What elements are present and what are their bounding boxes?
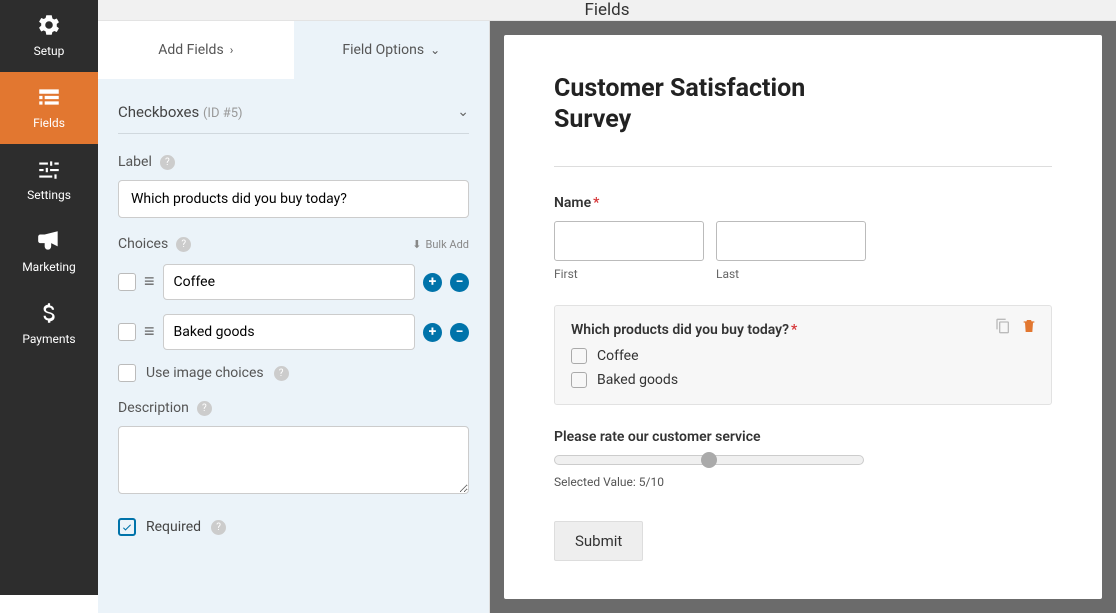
slider-label: Please rate our customer service [554, 429, 761, 445]
preview-checkbox-option[interactable]: Baked goods [571, 372, 1035, 388]
checkbox-icon [571, 372, 587, 388]
tab-field-options[interactable]: Field Options ⌄ [294, 21, 490, 79]
gear-icon [36, 12, 62, 38]
description-label: Description [118, 400, 189, 416]
field-id: (ID #5) [203, 106, 243, 121]
tab-field-options-label: Field Options [342, 42, 424, 58]
help-icon[interactable]: ? [160, 155, 175, 170]
preview-slider-field[interactable]: Please rate our customer service Selecte… [554, 429, 1052, 489]
choice-default-checkbox[interactable] [118, 323, 136, 341]
required-row: Required ? [118, 518, 469, 536]
choice-row: ≡ + − [118, 314, 469, 350]
required-label: Required [146, 519, 201, 535]
options-panel: Add Fields › Field Options ⌄ Checkboxes … [98, 21, 490, 613]
nav-fields[interactable]: Fields [0, 72, 98, 144]
choices-label: Choices [118, 236, 168, 252]
sliders-icon [36, 156, 62, 182]
name-label: Name [554, 195, 591, 211]
remove-choice-button[interactable]: − [450, 273, 469, 292]
choice-input[interactable] [163, 314, 415, 350]
checkbox-icon [571, 348, 587, 364]
label-input[interactable] [118, 180, 469, 218]
dollar-icon [36, 300, 62, 326]
left-nav: Setup Fields Settings Marketing Payments [0, 0, 98, 595]
required-star-icon: * [593, 195, 599, 211]
preview-card: Customer Satisfaction Survey Name * Firs… [504, 35, 1102, 599]
preview-panel: Customer Satisfaction Survey Name * Firs… [490, 21, 1116, 613]
label-row: Label ? [118, 154, 469, 218]
required-checkbox[interactable] [118, 518, 136, 536]
form-title: Customer Satisfaction Survey [554, 73, 854, 136]
check-icon [121, 521, 133, 533]
add-choice-button[interactable]: + [423, 323, 442, 342]
help-icon[interactable]: ? [211, 520, 226, 535]
tab-add-fields[interactable]: Add Fields › [98, 21, 294, 79]
choice-input[interactable] [163, 264, 415, 300]
required-star-icon: * [791, 322, 797, 338]
label-label: Label [118, 154, 152, 170]
drag-handle-icon[interactable]: ≡ [144, 273, 155, 291]
list-icon [36, 84, 62, 110]
preview-checkbox-option[interactable]: Coffee [571, 348, 1035, 364]
tab-add-fields-label: Add Fields [158, 42, 224, 58]
option-label: Baked goods [597, 372, 678, 388]
nav-fields-label: Fields [33, 116, 65, 130]
description-textarea[interactable] [118, 426, 469, 494]
field-heading[interactable]: Checkboxes (ID #5) ⌄ [118, 79, 469, 134]
last-name-input[interactable] [716, 221, 866, 261]
chevron-right-icon: › [230, 43, 234, 57]
collapse-caret-icon[interactable]: ⌄ [457, 104, 469, 120]
choice-default-checkbox[interactable] [118, 273, 136, 291]
page-title: Fields [584, 0, 629, 20]
slider-value-text: Selected Value: 5/10 [554, 475, 1052, 489]
slider-track[interactable] [554, 455, 864, 465]
nav-payments-label: Payments [22, 332, 75, 346]
nav-marketing-label: Marketing [22, 260, 76, 274]
remove-choice-button[interactable]: − [450, 323, 469, 342]
divider [554, 166, 1052, 167]
tabs: Add Fields › Field Options ⌄ [98, 21, 489, 79]
help-icon[interactable]: ? [274, 366, 289, 381]
nav-settings[interactable]: Settings [0, 144, 98, 216]
bulk-add-link[interactable]: ⬇ Bulk Add [412, 238, 469, 251]
duplicate-icon[interactable] [995, 318, 1011, 334]
add-choice-button[interactable]: + [423, 273, 442, 292]
preview-name-field[interactable]: Name * First Last [554, 195, 1052, 281]
content: Add Fields › Field Options ⌄ Checkboxes … [98, 21, 1116, 613]
options-body: Checkboxes (ID #5) ⌄ Label ? Choices [98, 79, 489, 613]
bulk-add-label: Bulk Add [426, 238, 469, 251]
field-tools [995, 318, 1037, 334]
choices-header: Choices ? ⬇ Bulk Add [118, 236, 469, 252]
image-choices-checkbox[interactable] [118, 364, 136, 382]
nav-settings-label: Settings [27, 188, 71, 202]
choice-row: ≡ + − [118, 264, 469, 300]
nav-payments[interactable]: Payments [0, 288, 98, 360]
nav-marketing[interactable]: Marketing [0, 216, 98, 288]
first-name-input[interactable] [554, 221, 704, 261]
page-header: Fields [98, 0, 1116, 21]
main: Fields Add Fields › Field Options ⌄ Chec… [98, 0, 1116, 595]
slider-thumb[interactable] [701, 452, 717, 468]
checkbox-field-label: Which products did you buy today? [571, 322, 789, 338]
description-row: Description ? [118, 400, 469, 498]
image-choices-label: Use image choices [146, 365, 264, 381]
help-icon[interactable]: ? [176, 237, 191, 252]
first-sublabel: First [554, 267, 704, 281]
chevron-down-icon: ⌄ [430, 43, 440, 57]
last-sublabel: Last [716, 267, 866, 281]
nav-setup[interactable]: Setup [0, 0, 98, 72]
help-icon[interactable]: ? [197, 401, 212, 416]
option-label: Coffee [597, 348, 639, 364]
drag-handle-icon[interactable]: ≡ [144, 323, 155, 341]
preview-checkbox-field[interactable]: Which products did you buy today? * Coff… [554, 305, 1052, 405]
image-choices-row: Use image choices ? [118, 364, 469, 382]
nav-setup-label: Setup [34, 44, 65, 58]
field-type: Checkboxes [118, 103, 199, 121]
delete-icon[interactable] [1021, 318, 1037, 334]
bullhorn-icon [36, 228, 62, 254]
download-icon: ⬇ [412, 238, 421, 251]
submit-button[interactable]: Submit [554, 521, 643, 561]
